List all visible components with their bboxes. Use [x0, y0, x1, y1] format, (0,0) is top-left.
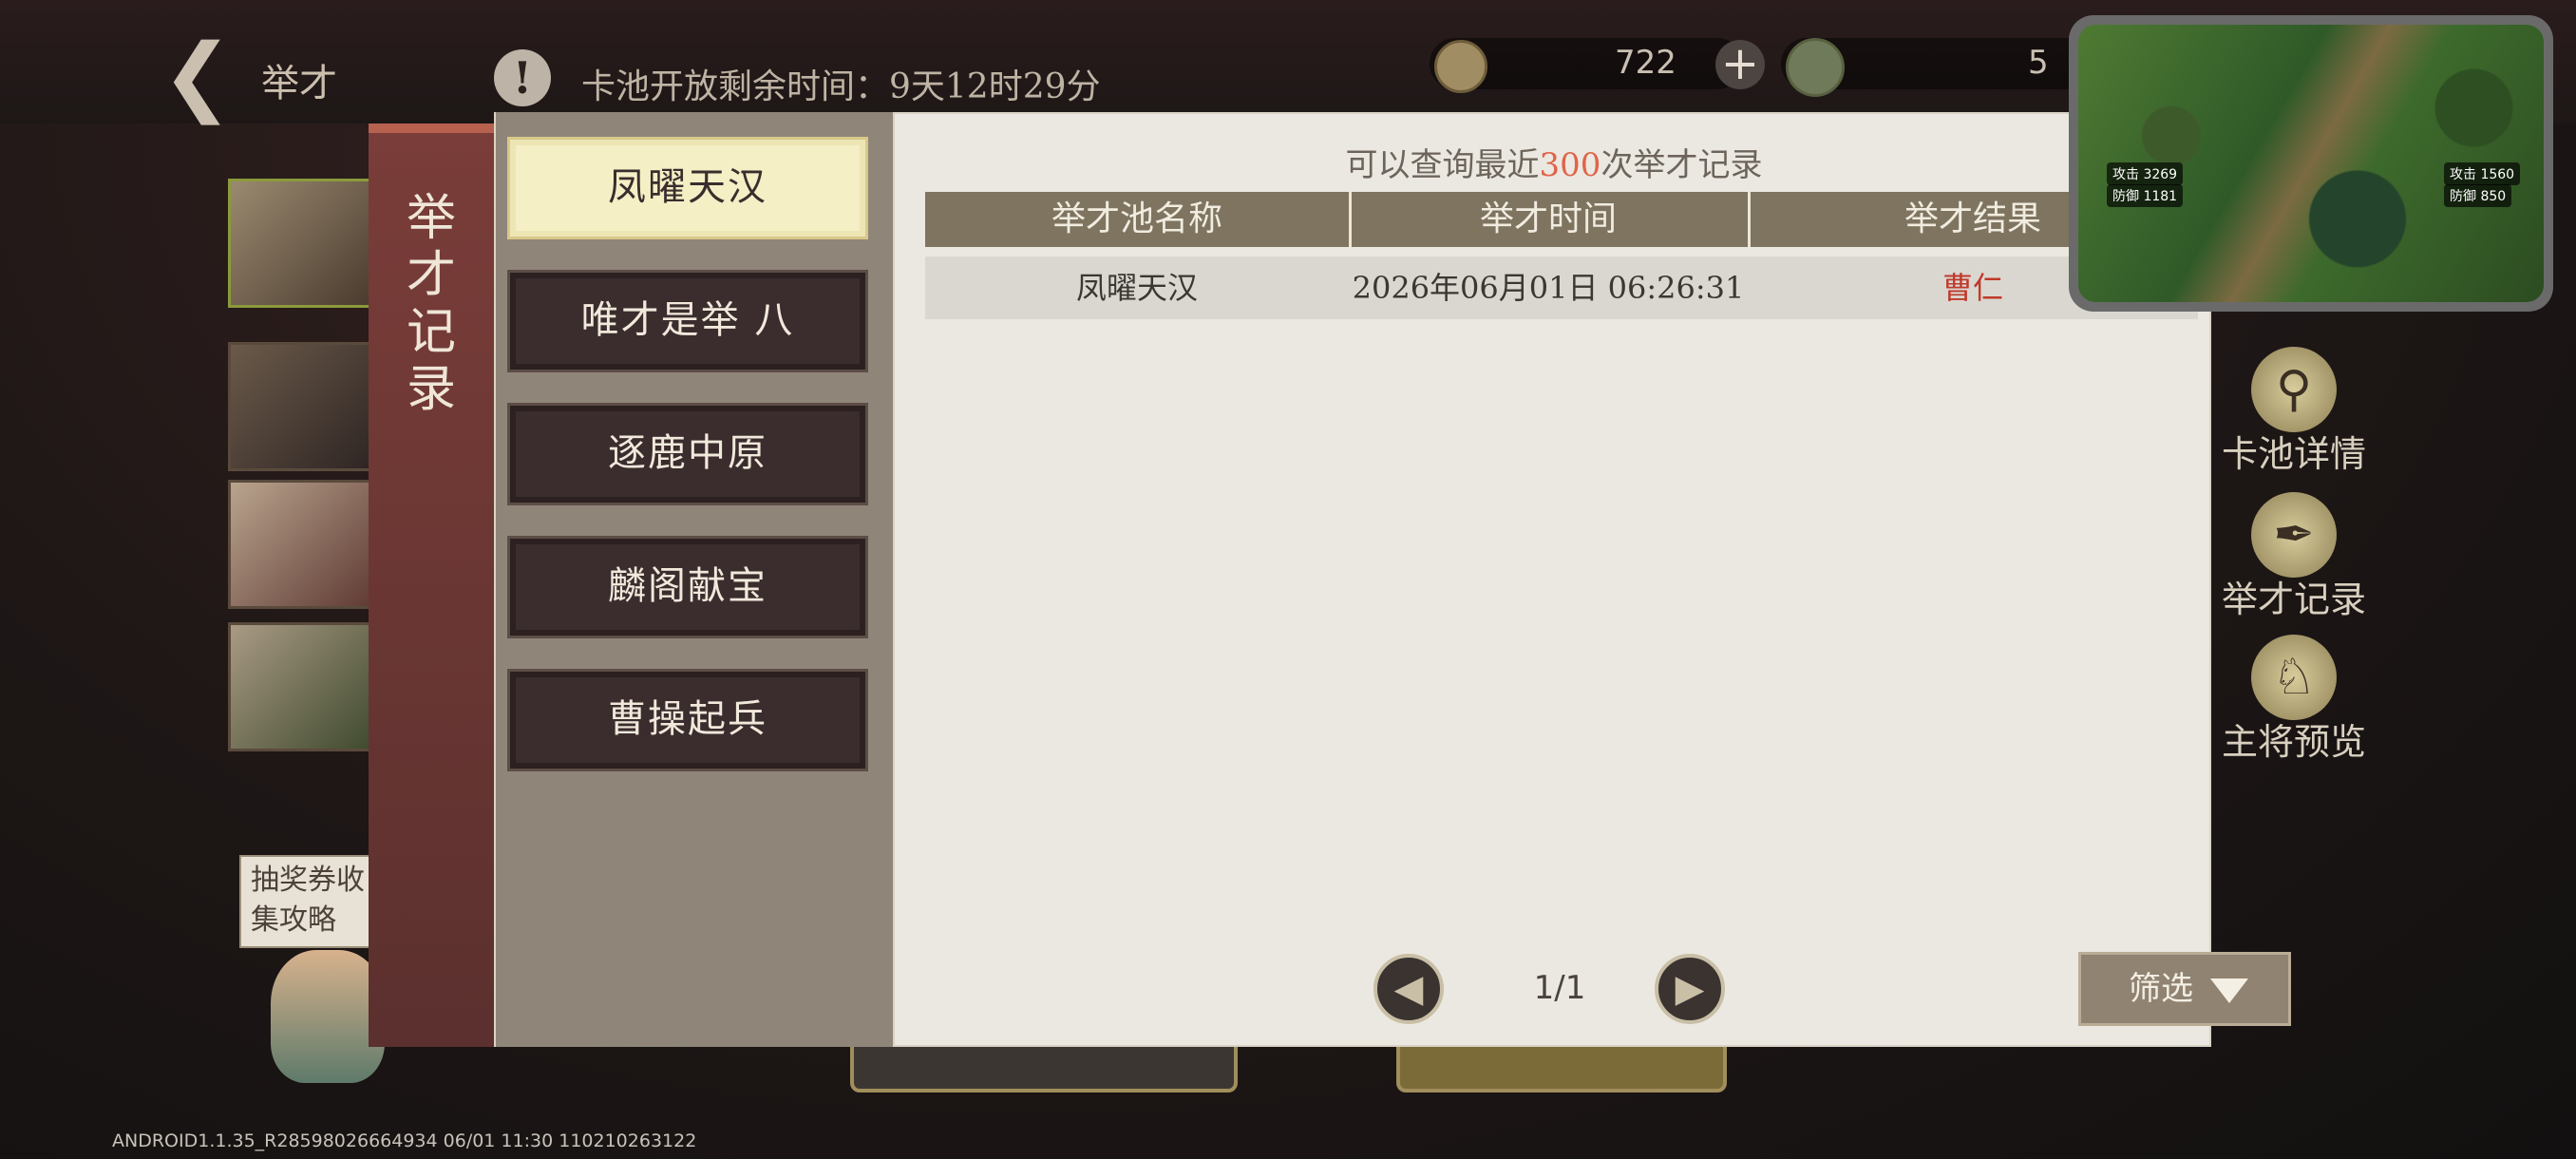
records-button[interactable]: ✒ 举才记录 — [2213, 492, 2375, 622]
dialog-title-char: 记 — [406, 304, 456, 361]
tab-pool[interactable]: 凤曜天汉 — [507, 137, 868, 239]
jade-value: 5 — [2028, 44, 2049, 82]
column-header: 举才时间 — [1349, 192, 1751, 247]
build-info: ANDROID1.1.35_R28598026664934 06/01 11:3… — [112, 1130, 697, 1151]
minimap-stat: 攻击 3269 — [2107, 162, 2184, 185]
dialog-title-column: 举才记录 — [369, 124, 494, 1047]
back-button[interactable]: ❮ — [161, 33, 266, 119]
voucher-guide-button[interactable]: 抽奖券收集攻略 — [239, 855, 382, 948]
hero-portrait[interactable] — [228, 480, 376, 609]
tab-pool[interactable]: 麟阁献宝 — [507, 536, 868, 638]
minimap-stat: 防御 850 — [2444, 184, 2512, 207]
dialog-title: 举才记录 — [369, 190, 494, 418]
side-action-label: 举才记录 — [2221, 579, 2366, 620]
records-panel: 可以查询最近300次举才记录 举才池名称 举才时间 举才结果 凤曜天汉 2026… — [893, 112, 2291, 1047]
exclamation-icon[interactable]: ! — [494, 49, 551, 106]
pool-timer-text: 卡池开放剩余时间：9天12时29分 — [581, 67, 1101, 106]
brush-icon: ✒ — [2251, 492, 2337, 578]
previous-page-button[interactable]: ◀ — [1373, 954, 1444, 1024]
side-action-label: 卡池详情 — [2221, 433, 2366, 475]
screen-title: 举才 — [261, 62, 337, 105]
side-action-label: 主将预览 — [2221, 721, 2366, 763]
record-hint: 可以查询最近300次举才记录 — [895, 139, 2213, 185]
hero-portrait[interactable] — [228, 342, 376, 471]
hero-portrait[interactable] — [228, 179, 376, 308]
hint-number: 300 — [1539, 146, 1601, 184]
hero-portrait[interactable] — [228, 622, 376, 751]
column-header: 举才池名称 — [925, 192, 1352, 247]
minimap-stat: 攻击 1560 — [2444, 162, 2521, 185]
recruit-time-cell: 2026年06月01日 06:26:31 — [1352, 270, 1745, 306]
floating-minimap[interactable]: 攻击 3269 防御 1181 攻击 1560 防御 850 — [2069, 15, 2553, 312]
general-icon: ♘ — [2251, 635, 2337, 720]
filter-label: 筛选 — [2129, 970, 2193, 1008]
funnel-icon — [2210, 978, 2248, 1003]
page-indicator: 1/1 — [1533, 969, 1586, 1007]
minimap-stat: 防御 1181 — [2107, 184, 2184, 207]
coin-icon — [1434, 40, 1487, 93]
pool-tab-list: 凤曜天汉 唯才是举 八 逐鹿中原 麟阁献宝 曹操起兵 — [494, 112, 895, 1047]
pool-details-button[interactable]: ⚲ 卡池详情 — [2213, 347, 2375, 477]
dialog-title-char: 举 — [406, 190, 456, 247]
magnifier-icon: ⚲ — [2251, 347, 2337, 432]
dialog-title-char: 才 — [406, 247, 456, 304]
dialog-title-char: 录 — [406, 361, 456, 418]
tab-pool[interactable]: 唯才是举 八 — [507, 270, 868, 372]
tab-pool[interactable]: 曹操起兵 — [507, 669, 868, 771]
hint-prefix: 可以查询最近 — [1345, 146, 1540, 184]
filter-button[interactable]: 筛选 — [2078, 952, 2291, 1026]
general-preview-button[interactable]: ♘ 主将预览 — [2213, 635, 2375, 765]
add-coin-button[interactable]: + — [1715, 40, 1765, 89]
mascot-character — [271, 950, 385, 1083]
coin-value: 722 — [1615, 44, 1676, 82]
pool-name-cell: 凤曜天汉 — [1075, 270, 1198, 306]
jade-icon — [1786, 38, 1845, 97]
table-row: 凤曜天汉 2026年06月01日 06:26:31 曹仁 — [925, 256, 2198, 319]
records-table-header: 举才池名称 举才时间 举才结果 — [925, 192, 2198, 247]
hint-suffix: 次举才记录 — [1601, 146, 1763, 184]
recruit-records-dialog: 举才记录 凤曜天汉 唯才是举 八 逐鹿中原 麟阁献宝 曹操起兵 可以查询最近30… — [369, 112, 2291, 1047]
next-page-button[interactable]: ▶ — [1655, 954, 1725, 1024]
tab-pool[interactable]: 逐鹿中原 — [507, 403, 868, 505]
